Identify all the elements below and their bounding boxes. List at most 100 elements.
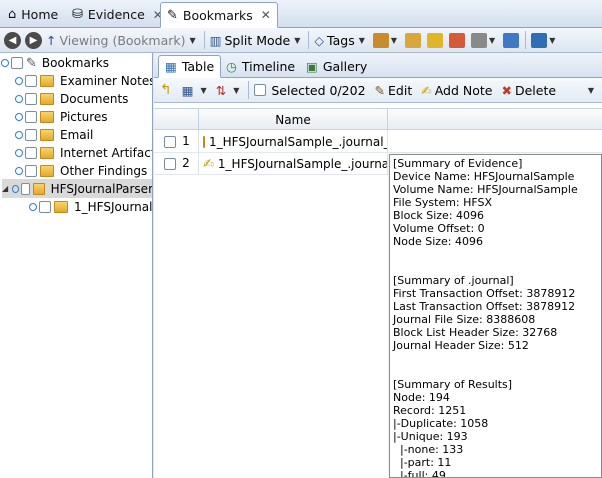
export-icon[interactable] <box>372 32 389 48</box>
add-note-label: Add Note <box>434 82 493 98</box>
tree-selector-icon[interactable] <box>15 113 23 121</box>
tooltip-line <box>393 352 598 365</box>
checkbox[interactable] <box>25 93 37 105</box>
checkbox[interactable] <box>25 147 37 159</box>
tree-item-child[interactable]: 1_HFSJournalSa <box>29 198 153 216</box>
forward-button[interactable]: ▶ <box>25 31 42 49</box>
tree-selector-icon[interactable] <box>15 149 23 157</box>
row-name: 1_HFSJournalSample_.journal_... <box>209 135 388 149</box>
tree-item-documents[interactable]: Documents <box>15 90 128 108</box>
evidence-icon: ⛁ <box>72 7 83 22</box>
chevron-down-icon[interactable]: ▼ <box>549 36 555 45</box>
tree-selector-icon[interactable] <box>11 184 19 193</box>
tooltip-line: Node: 194 <box>393 391 450 404</box>
column-header-name[interactable]: Name <box>198 109 388 131</box>
checkbox[interactable] <box>39 201 51 213</box>
chevron-down-icon[interactable]: ▼ <box>489 36 495 45</box>
tooltip-line: Volume Name: HFSJournalSample <box>393 183 578 196</box>
tag-edit-icon[interactable] <box>471 32 488 48</box>
divider <box>248 81 250 99</box>
home-icon: ⌂ <box>8 7 17 22</box>
back-button[interactable]: ◀ <box>4 31 21 49</box>
checkbox[interactable] <box>25 75 37 87</box>
row-name-cell[interactable]: 1_HFSJournalSample_.journal_... <box>198 131 388 153</box>
tree-item-examiner-notes[interactable]: Examiner Notes <box>15 72 152 90</box>
tree-item-hfsjournalparser[interactable]: ◢ HFSJournalParser <box>2 179 152 198</box>
divider <box>203 31 205 49</box>
info-icon[interactable] <box>531 32 548 48</box>
tab-home[interactable]: ⌂ Home <box>2 2 64 27</box>
divider <box>525 31 527 49</box>
tree-item-pictures[interactable]: Pictures <box>15 108 108 126</box>
tree-label: Bookmarks <box>41 56 109 70</box>
row-name-cell[interactable]: ✍ 1_HFSJournalSample_.journal <box>198 153 388 175</box>
checkbox[interactable] <box>25 129 37 141</box>
tab-label: Gallery <box>322 58 368 74</box>
tree-item-other-findings[interactable]: Other Findings <box>15 162 147 180</box>
tree-label: 1_HFSJournalSa <box>74 200 153 214</box>
bookmark-icon[interactable] <box>405 32 422 48</box>
tooltip-line <box>393 261 598 274</box>
tab-table[interactable]: ▦ Table <box>158 55 222 78</box>
tree-selector-icon[interactable] <box>15 95 23 103</box>
expand-triangle-icon[interactable]: ◢ <box>2 184 9 193</box>
bookmark-tree: ✎ Bookmarks Examiner Notes Documents Pic… <box>0 53 153 478</box>
columns-dropdown[interactable]: ▦ ▼ <box>182 83 207 98</box>
folder-icon <box>40 147 54 159</box>
split-mode-label: Split Mode <box>224 32 291 48</box>
sort-dropdown[interactable]: ⇅ ▼ <box>216 83 240 98</box>
checkbox[interactable] <box>254 84 267 96</box>
tooltip-line: Device Name: HFSJournalSample <box>393 170 575 183</box>
select-all-checkbox[interactable]: Selected 0/202 <box>254 83 366 98</box>
tooltip-line: Block Size: 4096 <box>393 209 485 222</box>
chevron-down-icon[interactable]: ▼ <box>391 36 397 45</box>
tooltip-line: [Summary of .journal] <box>393 274 514 287</box>
delete-button[interactable]: ✖ Delete <box>501 83 556 98</box>
tree-item-internet-artifacts[interactable]: Internet Artifacts <box>15 144 153 162</box>
viewing-dropdown[interactable]: ↑ Viewing (Bookmark) ▼ <box>46 33 196 48</box>
tree-label: Internet Artifacts <box>60 146 153 160</box>
tab-gallery[interactable]: ▣ Gallery <box>300 55 373 77</box>
column-label: Name <box>275 113 311 127</box>
checkbox[interactable] <box>25 165 37 177</box>
add-note-button[interactable]: ✍ Add Note <box>421 83 492 98</box>
chevron-down-icon[interactable]: ▼ <box>588 86 594 95</box>
tooltip-line: Volume Offset: 0 <box>393 222 485 235</box>
checkbox[interactable] <box>11 57 23 69</box>
tree-root-bookmarks[interactable]: ✎ Bookmarks <box>1 54 109 72</box>
tree-selector-icon[interactable] <box>15 77 23 85</box>
close-icon[interactable]: ✕ <box>261 8 271 22</box>
tree-selector-icon[interactable] <box>1 59 9 67</box>
tab-label: Bookmarks <box>182 7 253 23</box>
table-toolbar: ↰ ▦ ▼ ⇅ ▼ Selected 0/202 ✎ Edit ✍ Add No… <box>154 78 602 103</box>
goto-icon[interactable] <box>503 32 520 48</box>
delete-label: Delete <box>514 82 557 98</box>
tab-timeline[interactable]: ◷ Timeline <box>220 55 301 77</box>
timeline-icon: ◷ <box>226 58 237 74</box>
tab-label: Timeline <box>241 58 296 74</box>
checkbox[interactable] <box>20 182 31 195</box>
tags-dropdown[interactable]: ◇ Tags ▼ <box>314 33 364 48</box>
split-mode-dropdown[interactable]: ▥ Split Mode ▼ <box>210 33 301 48</box>
tree-selector-icon[interactable] <box>15 131 23 139</box>
row-number: 1 <box>182 134 190 148</box>
tree-item-email[interactable]: Email <box>15 126 93 144</box>
tree-selector-icon[interactable] <box>15 167 23 175</box>
up-level-icon[interactable]: ↰ <box>160 82 172 98</box>
folder-icon <box>203 136 205 148</box>
delete-icon: ✖ <box>501 82 512 98</box>
table-header: Name <box>154 108 602 131</box>
table-row[interactable]: 1 1_HFSJournalSample_.journal_... <box>154 131 602 153</box>
tree-selector-icon[interactable] <box>29 203 37 211</box>
row-checkbox[interactable] <box>164 158 176 170</box>
split-mode-icon: ▥ <box>209 32 222 48</box>
tab-evidence[interactable]: ⛁ Evidence ✕ <box>66 2 169 27</box>
delete-icon[interactable] <box>449 32 466 48</box>
note-icon[interactable] <box>427 32 444 48</box>
tab-bookmarks[interactable]: ✎ Bookmarks ✕ <box>160 2 278 28</box>
tooltip-line: |-full: 49 <box>393 469 446 478</box>
row-checkbox[interactable] <box>164 136 176 148</box>
edit-button[interactable]: ✎ Edit <box>375 83 413 98</box>
folder-icon <box>54 201 68 213</box>
checkbox[interactable] <box>25 111 37 123</box>
